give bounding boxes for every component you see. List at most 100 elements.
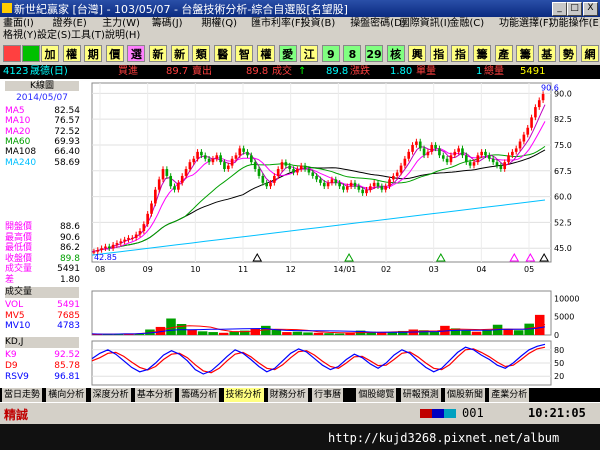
candle-body bbox=[215, 155, 219, 159]
candle-body bbox=[280, 162, 284, 170]
tab-5[interactable]: 技術分析 bbox=[223, 388, 264, 402]
candle-body bbox=[372, 182, 376, 187]
toolbar-button[interactable]: 加 bbox=[41, 45, 59, 62]
change-value: 1.80 bbox=[390, 66, 413, 77]
tab-10[interactable]: 個股新聞 bbox=[445, 388, 486, 402]
candle-body bbox=[184, 169, 188, 176]
toolbar-button[interactable]: 醫 bbox=[213, 45, 232, 62]
toolbar-button[interactable]: 8 bbox=[343, 45, 362, 62]
kd-value: 96.81 bbox=[54, 372, 80, 382]
toolbar-button[interactable]: 勢 bbox=[559, 45, 578, 62]
ohlc-label: 成交量 bbox=[5, 264, 33, 274]
tab-9[interactable]: 研報預測 bbox=[400, 388, 441, 402]
candle-body bbox=[276, 169, 280, 176]
menu-item[interactable]: 設定(S) bbox=[37, 29, 71, 43]
kd-tick-label: 20 bbox=[554, 372, 564, 381]
maximize-button[interactable]: □ bbox=[567, 2, 582, 16]
minimize-button[interactable]: _ bbox=[552, 2, 567, 16]
candle-body bbox=[526, 127, 530, 135]
candle-body bbox=[388, 179, 391, 187]
deal-arrow-icon: ↑ bbox=[298, 66, 307, 77]
menu-item[interactable]: 格視(Y) bbox=[3, 29, 37, 43]
toolbar-button[interactable]: 產 bbox=[494, 45, 513, 62]
volume-bar bbox=[324, 333, 334, 335]
ma-value: 76.57 bbox=[54, 116, 80, 127]
candle-body bbox=[345, 186, 349, 190]
tab-8[interactable]: 個股總覽 bbox=[356, 388, 397, 402]
candle-body bbox=[169, 175, 173, 187]
candle-body bbox=[438, 148, 441, 156]
ohlc-value: 86.2 bbox=[59, 243, 80, 253]
total-value: 5491 bbox=[520, 66, 546, 77]
toolbar-button[interactable]: 指 bbox=[451, 45, 470, 62]
volume-bar bbox=[197, 331, 208, 335]
toolbar-button[interactable]: 智 bbox=[235, 45, 254, 62]
candle-body bbox=[365, 189, 368, 194]
toolbar-button[interactable]: 新 bbox=[170, 45, 189, 62]
toolbar-button[interactable]: 指 bbox=[429, 45, 448, 62]
kd-title[interactable]: KD,J bbox=[5, 337, 79, 348]
candle-body bbox=[445, 158, 449, 163]
tab-3[interactable]: 基本分析 bbox=[134, 388, 175, 402]
ohlc-label: 收盤價 bbox=[5, 253, 33, 264]
tab-1[interactable]: 橫向分析 bbox=[46, 388, 87, 402]
candle-body bbox=[369, 186, 372, 190]
toolbar-button[interactable]: 價 bbox=[105, 45, 124, 62]
tab-11[interactable]: 產業分析 bbox=[489, 388, 530, 402]
tab-0[interactable]: 當日走勢 bbox=[2, 388, 43, 402]
kd-label: K9 bbox=[5, 350, 17, 360]
ma-value: 69.93 bbox=[54, 136, 80, 147]
candle-body bbox=[107, 246, 111, 249]
candle-body bbox=[357, 186, 361, 190]
tab-6[interactable]: 財務分析 bbox=[267, 388, 308, 402]
toolbar-button[interactable]: 基 bbox=[537, 45, 556, 62]
candle-body bbox=[230, 158, 234, 166]
menu-item[interactable]: 說明(H) bbox=[105, 29, 140, 43]
candle-body bbox=[457, 148, 460, 152]
toolbar-button[interactable]: 愛 bbox=[278, 45, 297, 62]
toolbar-button[interactable]: 29 bbox=[365, 45, 383, 62]
candle-body bbox=[384, 186, 388, 190]
volume-value: 1 bbox=[476, 66, 483, 77]
toolbar-button[interactable]: 籌 bbox=[473, 45, 491, 62]
candle-body bbox=[415, 141, 418, 145]
toolbar-button[interactable]: 期 bbox=[84, 45, 103, 62]
toolbar-button[interactable]: 核 bbox=[386, 45, 405, 62]
toolbar-button[interactable]: 9 bbox=[321, 45, 340, 62]
vol-value: 5491 bbox=[57, 300, 80, 310]
menu-item[interactable]: 工具(T) bbox=[71, 29, 105, 43]
toolbar-button[interactable]: 江 bbox=[300, 45, 319, 62]
toolbar-icon[interactable] bbox=[22, 45, 40, 62]
toolbar-button[interactable]: 權 bbox=[257, 45, 275, 62]
tab-2[interactable]: 深度分析 bbox=[90, 388, 131, 402]
watermark-bar: http://kujd3268.pixnet.net/album bbox=[0, 424, 600, 450]
candle-body bbox=[541, 94, 545, 101]
candle-body bbox=[380, 186, 384, 190]
kd-value: 92.52 bbox=[54, 350, 80, 360]
candle-body bbox=[392, 175, 395, 180]
toolbar-button[interactable]: 新 bbox=[149, 45, 167, 62]
toolbar-button[interactable]: 類 bbox=[192, 45, 211, 62]
close-button[interactable]: X bbox=[583, 2, 598, 16]
quick-toolbar: 加權期價選新新類醫智權愛江 9 8 29 核興指指籌產籌基勢網 bbox=[0, 43, 600, 65]
candle-body bbox=[269, 182, 272, 187]
toolbar-icon[interactable] bbox=[3, 45, 21, 62]
volume-bar bbox=[218, 332, 229, 335]
toolbar-button[interactable]: 權 bbox=[62, 45, 81, 62]
kline-title[interactable]: K線圖 bbox=[5, 81, 79, 91]
chart-area[interactable]: 90.0 82.5 75.0 67.5 60.0 52.5 45.0 08 09 10 11 12 14… bbox=[86, 79, 600, 403]
candle-body bbox=[134, 234, 138, 238]
date-tick-label: 11 bbox=[238, 265, 248, 274]
candle-body bbox=[518, 141, 522, 149]
candle-body bbox=[119, 241, 123, 244]
toolbar-button[interactable]: 籌 bbox=[516, 45, 535, 62]
candle-body bbox=[273, 175, 276, 183]
toolbar-button[interactable]: 選 bbox=[127, 45, 146, 62]
toolbar-button[interactable]: 網 bbox=[581, 45, 599, 62]
price-panel bbox=[91, 82, 552, 263]
tab-7[interactable]: 行事曆 bbox=[312, 388, 344, 402]
technical-chart[interactable]: 90.082.575.067.560.052.545.008 09 10 11 12 14… bbox=[86, 79, 600, 388]
volume-title[interactable]: 成交量 bbox=[5, 287, 79, 298]
toolbar-button[interactable]: 興 bbox=[408, 45, 427, 62]
tab-4[interactable]: 籌碼分析 bbox=[179, 388, 220, 402]
